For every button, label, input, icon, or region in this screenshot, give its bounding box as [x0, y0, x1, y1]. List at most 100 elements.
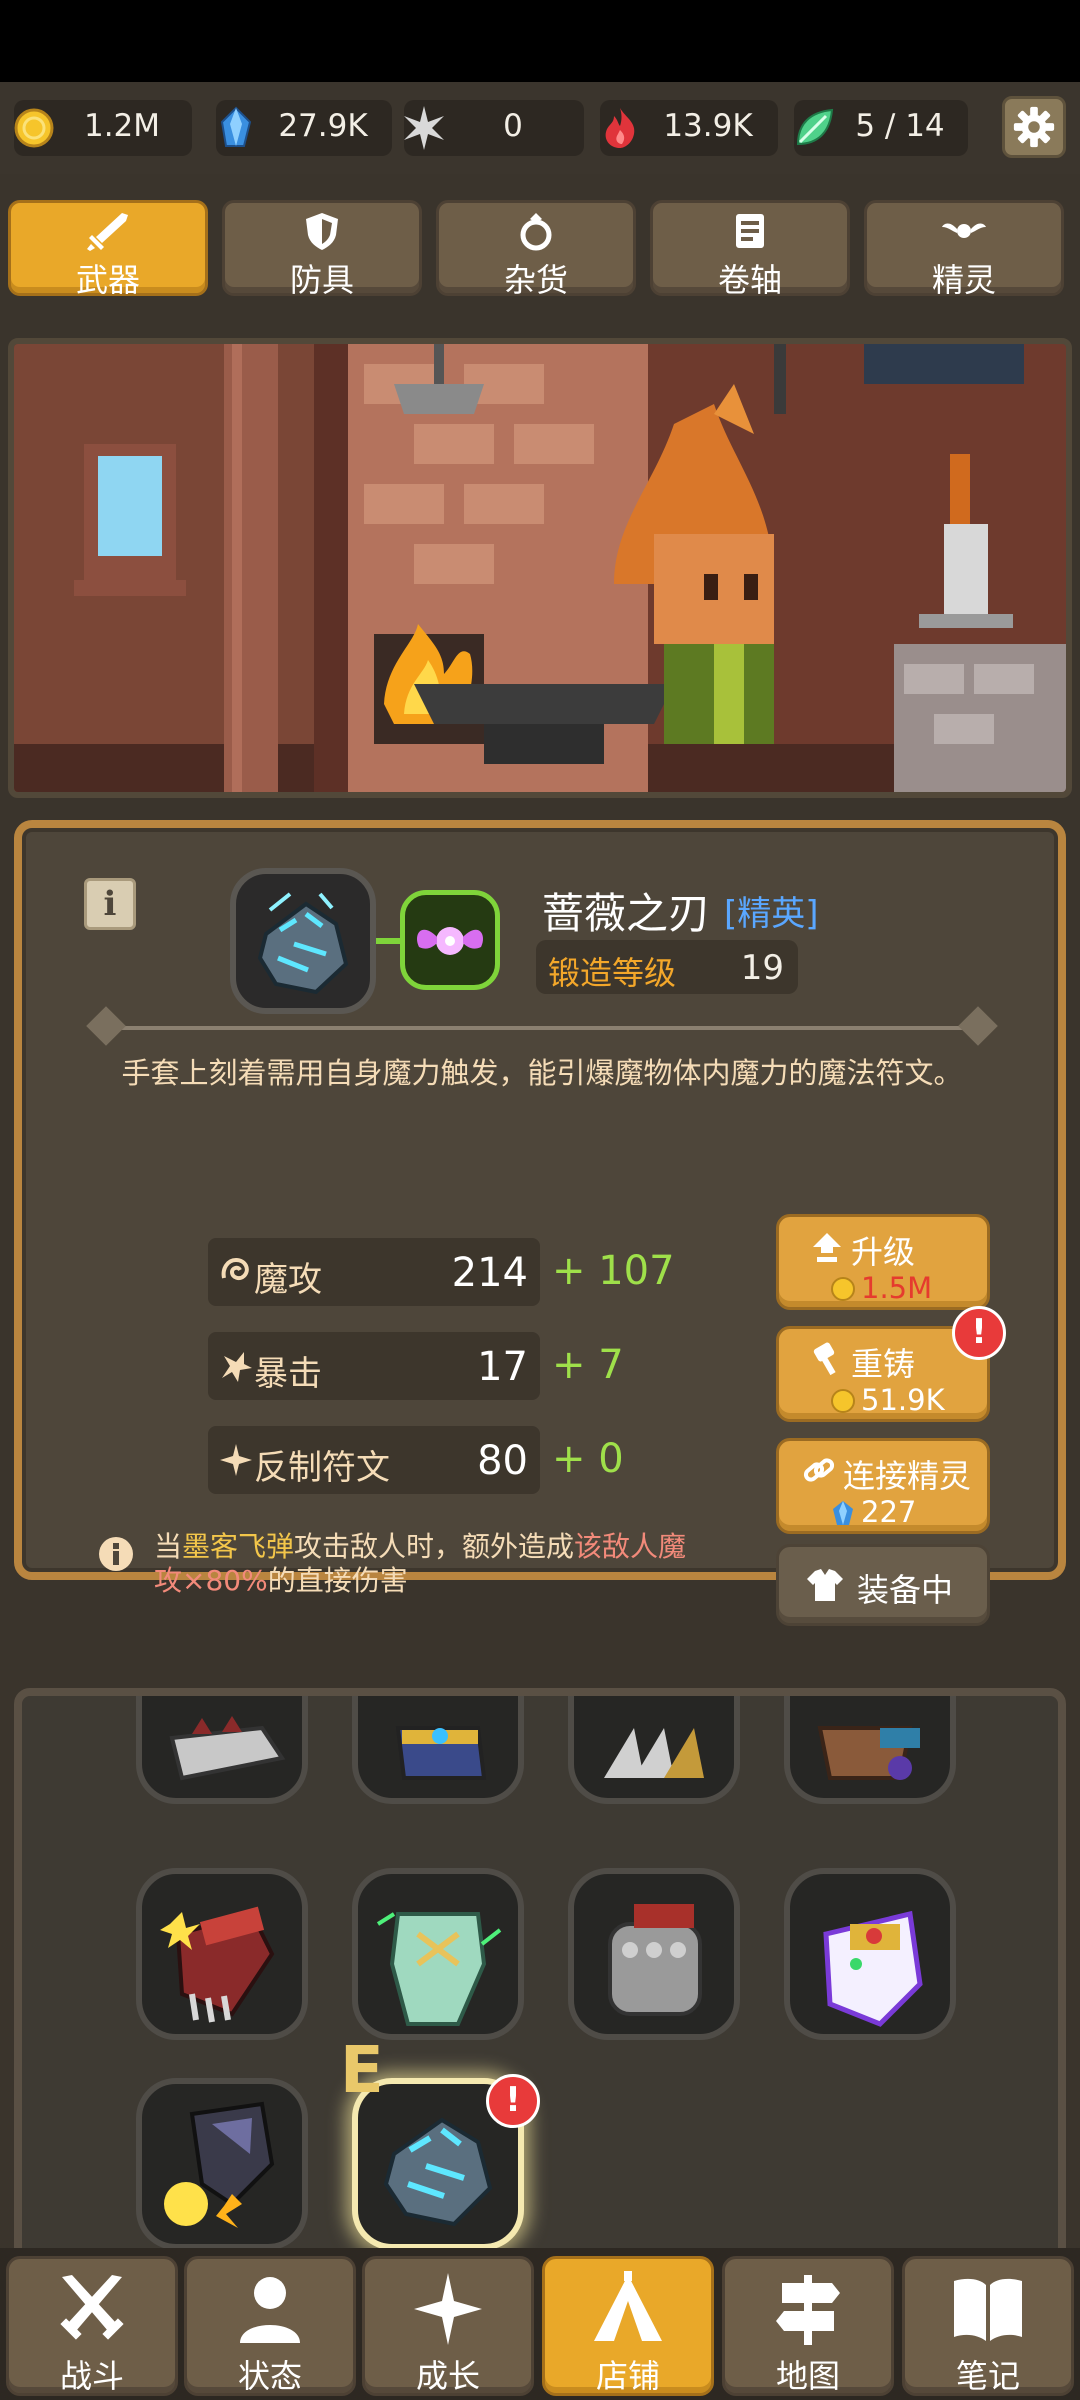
tab-label: 杂货 [503, 261, 568, 299]
inventory-slot[interactable] [136, 2078, 308, 2250]
category-tabs: 武器 防具 杂货 卷轴 精灵 [0, 200, 1080, 300]
claw-gauntlet-icon [604, 1728, 704, 1778]
inventory-slot[interactable] [352, 1696, 524, 1804]
stat-value: 17 [477, 1344, 528, 1390]
stat-critical: 暴击 17 [208, 1332, 540, 1400]
nav-shop[interactable]: 店铺 [542, 2256, 714, 2396]
resource-value: 13.9K [663, 108, 753, 144]
signpost-icon [776, 2275, 840, 2345]
nav-label: 战斗 [59, 2357, 124, 2395]
iron-fist-icon [608, 1904, 702, 2016]
effect-info-icon [99, 1537, 133, 1571]
jade-gauntlet-icon [376, 1912, 502, 2026]
hammer-icon [813, 1342, 836, 1376]
scroll-icon [736, 214, 764, 248]
green-leaf-crystal-icon [796, 108, 834, 146]
resource-crystal: 27.9K [216, 100, 392, 156]
pink-fairy-spirit-icon [417, 927, 483, 955]
inventory-slot[interactable] [784, 1868, 956, 2040]
nav-notes[interactable]: 笔记 [902, 2256, 1074, 2396]
settings-button[interactable] [1002, 96, 1066, 158]
divider-diamond [958, 1006, 998, 1046]
rose-blade-gauntlet-icon [257, 892, 349, 995]
equipped-label: 装备中 [857, 1571, 954, 1609]
link-spirit-label: 连接精灵 [843, 1457, 972, 1495]
stat-bonus: + 7 [552, 1342, 624, 1388]
upgrade-label: 升级 [851, 1233, 916, 1271]
blue-crystal-icon [833, 1501, 853, 1525]
resource-bar: 1.2M 27.9K 0 13.9K 5 / 14 [0, 82, 1080, 174]
item-icon-frame [230, 868, 376, 1014]
reforge-alert-badge: ! [952, 1306, 1006, 1360]
reforge-label: 重铸 [851, 1345, 916, 1383]
tab-label: 武器 [75, 261, 140, 299]
divider [86, 1006, 998, 1046]
person-icon [240, 2277, 300, 2343]
item-description: 手套上刻着需用自身魔力触发，能引爆魔物体内魔力的魔法符文。 [121, 1056, 963, 1090]
bottom-navigation: 战斗 状态 成长 店铺 地图 笔记 [0, 2248, 1080, 2400]
tab-goods[interactable]: 杂货 [436, 200, 636, 299]
rune-star-icon [220, 1444, 252, 1476]
tab-armor[interactable]: 防具 [222, 200, 422, 299]
magic-swirl-icon [221, 1258, 249, 1281]
item-alert-badge: ! [486, 2074, 540, 2128]
upgrade-cost: 1.5M [861, 1271, 933, 1305]
sparkle-icon [414, 2273, 482, 2345]
tab-scrolls[interactable]: 卷轴 [650, 200, 850, 299]
nav-growth[interactable]: 成长 [362, 2256, 534, 2396]
equipped-marker: E [340, 2034, 384, 2108]
nav-map[interactable]: 地图 [722, 2256, 894, 2396]
nav-battle[interactable]: 战斗 [6, 2256, 178, 2396]
nav-status[interactable]: 状态 [184, 2256, 356, 2396]
golden-gauntlet-icon [395, 1726, 487, 1780]
upgrade-arrow-icon [813, 1233, 841, 1262]
status-bar [0, 0, 1080, 82]
resource-flame: 13.9K [600, 100, 778, 156]
armor-icon [807, 1569, 843, 1601]
inventory-slot[interactable] [568, 1696, 740, 1804]
tab-spirits[interactable]: 精灵 [864, 200, 1064, 299]
effect-text: 攻击敌人时，额外造成 [294, 1530, 575, 1563]
tab-label: 卷轴 [717, 261, 782, 299]
thunder-gauntlet-icon [164, 2101, 275, 2228]
inventory-slot[interactable] [136, 1868, 308, 2040]
spirit-link-connector [376, 938, 402, 944]
spiked-gauntlet-icon [169, 1716, 286, 1781]
tent-icon [594, 2271, 662, 2341]
inventory-slot[interactable] [136, 1696, 308, 1804]
effect-skill-name: 墨客飞弹 [182, 1530, 295, 1563]
game-screen: 1.2M 27.9K 0 13.9K 5 / 14 武器 防具 杂货 卷轴 精灵… [0, 82, 1080, 2400]
blue-crystal-icon [220, 106, 252, 147]
item-rank-badge: [精英] [724, 894, 819, 934]
stat-counter-rune: 反制符文 80 [208, 1426, 540, 1494]
tab-label: 防具 [289, 261, 354, 299]
open-book-icon [954, 2278, 1022, 2341]
forge-level-label: 锻造等级 [548, 954, 677, 992]
stat-label: 暴击 [254, 1354, 322, 1394]
equipped-button[interactable]: 装备中 [776, 1544, 990, 1626]
linked-spirit-frame[interactable] [400, 890, 500, 990]
stat-label: 反制符文 [254, 1448, 390, 1488]
special-effect-text: 当墨客飞弹攻击敌人时，额外造成该敌人魔攻×80%的直接伤害 [154, 1530, 714, 1598]
upgrade-button[interactable]: 升级 1.5M [776, 1214, 990, 1310]
gold-coin-icon [831, 1389, 855, 1413]
nav-label: 店铺 [595, 2357, 660, 2395]
link-spirit-button[interactable]: 连接精灵 227 [776, 1438, 990, 1534]
item-detail-panel: i 蔷薇之刃 [精英] 锻造等级 19 手套上刻着需用自身魔力触发，能引爆魔物体… [14, 820, 1066, 1626]
tab-weapons[interactable]: 武器 [8, 200, 208, 299]
link-spirit-cost: 227 [861, 1495, 917, 1529]
sword-icon [87, 213, 128, 251]
tab-label: 精灵 [931, 261, 996, 299]
resource-leaf-crystal: 5 / 14 [794, 100, 968, 156]
inventory-slot[interactable] [568, 1868, 740, 2040]
inventory-grid: E ! [14, 1688, 1066, 2298]
star-shard-icon [404, 106, 444, 150]
gold-coin-icon [831, 1277, 855, 1301]
inventory-slot[interactable] [784, 1696, 956, 1804]
leather-glove-icon [817, 1726, 920, 1780]
nav-label: 成长 [415, 2357, 480, 2395]
info-button[interactable]: i [84, 878, 136, 930]
resource-value: 0 [503, 108, 523, 144]
inventory-slot[interactable] [352, 1868, 524, 2040]
forge-level-value: 19 [740, 948, 784, 988]
